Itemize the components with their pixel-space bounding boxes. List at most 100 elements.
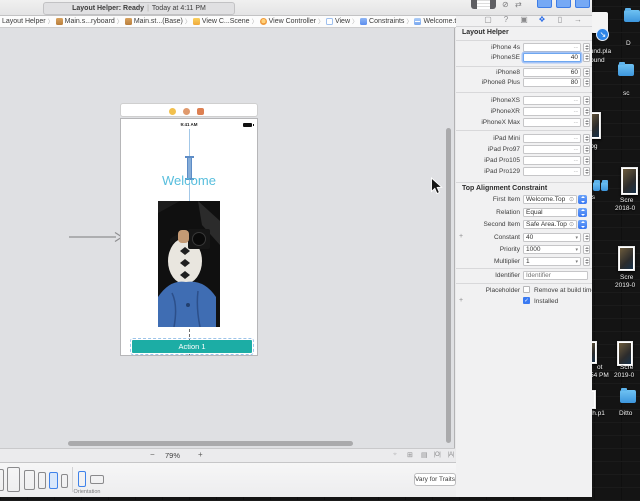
dropdown-chevrons-icon[interactable] xyxy=(578,208,587,217)
breadcrumb-item[interactable]: Main.s...ryboard xyxy=(55,18,115,25)
device-iphone-small-icon[interactable] xyxy=(61,474,68,488)
zoom-level[interactable]: 79% xyxy=(165,451,180,460)
iphonexmax-constant-field[interactable] xyxy=(523,118,581,127)
zoom-out-button[interactable]: − xyxy=(150,450,155,459)
stepper-control[interactable] xyxy=(583,166,590,176)
breadcrumb-item[interactable]: Welcome.top = Safe Area.top + 40 xyxy=(414,18,456,25)
embed-in-icon[interactable]: ⊞ xyxy=(407,451,413,459)
desktop-folder-label[interactable]: Ditto xyxy=(619,410,632,417)
desktop-folder-label[interactable]: D xyxy=(626,40,631,47)
device-ipad-icon[interactable] xyxy=(24,470,35,490)
device-ipad-large-icon[interactable] xyxy=(7,467,20,492)
stepper-control[interactable] xyxy=(583,155,590,165)
stepper-control[interactable] xyxy=(583,96,590,105)
ipadpro105-constant-field[interactable] xyxy=(523,155,581,165)
vary-for-traits-button[interactable]: Vary for Traits xyxy=(414,473,456,486)
second-item-dropdown[interactable]: Safe Area.Top ⊙ xyxy=(523,220,577,229)
device-ipad-icon[interactable] xyxy=(0,469,4,491)
desktop-screenshot-icon[interactable] xyxy=(617,341,633,366)
desktop-screenshot-label[interactable]: 2018-0 xyxy=(615,205,635,212)
desktop-folder-icon[interactable] xyxy=(620,388,636,403)
debug-panel-toggle[interactable] xyxy=(556,0,571,8)
action-1-button[interactable]: Action 1 xyxy=(130,338,254,355)
file-inspector-tab[interactable]: ▢ xyxy=(482,15,494,24)
desktop-screenshot-label[interactable]: 2019-0 xyxy=(614,372,634,379)
ipadmini-constant-field[interactable] xyxy=(523,134,581,143)
iphonese-constant-field[interactable] xyxy=(523,53,581,62)
breadcrumb-item[interactable]: View Controller xyxy=(259,18,316,25)
stepper-control[interactable] xyxy=(583,43,590,52)
desktop-screenshot-label[interactable]: Scre xyxy=(620,197,633,204)
breadcrumb-item[interactable]: Constraints xyxy=(360,18,404,25)
stepper-control[interactable] xyxy=(583,118,590,127)
device-iphone-selected-icon[interactable] xyxy=(49,472,58,489)
editor-mode-button[interactable] xyxy=(471,0,496,9)
update-frames-icon[interactable]: ⌖ xyxy=(393,451,397,459)
welcome-label[interactable]: Welcome xyxy=(121,173,257,188)
canvas-horizontal-scrollbar[interactable] xyxy=(68,441,353,446)
circle-slash-icon[interactable]: ⊘ xyxy=(502,0,509,9)
view-controller-view[interactable]: 9:41 AM Welcome Action 1 xyxy=(120,118,258,356)
stepper-control[interactable] xyxy=(583,78,590,87)
align-icon[interactable]: |O| xyxy=(434,452,441,458)
dropdown-chevrons-icon[interactable] xyxy=(578,195,587,204)
stepper-control[interactable] xyxy=(583,53,590,62)
relation-dropdown[interactable]: Equal xyxy=(523,208,577,217)
breadcrumb-item[interactable]: Layout Helper xyxy=(2,18,46,25)
swap-arrows-icon[interactable]: ⇄ xyxy=(515,0,522,9)
storyboard-canvas[interactable]: 9:41 AM Welcome Action 1 xyxy=(0,28,455,448)
stepper-control[interactable] xyxy=(583,144,590,154)
attributes-inspector-tab[interactable]: ❖ xyxy=(536,15,548,24)
stack-icon[interactable]: ▤ xyxy=(421,451,428,459)
desktop-screenshot-label[interactable]: ot xyxy=(597,364,602,371)
view-controller-icon[interactable] xyxy=(169,107,176,115)
dropdown-chevrons-icon[interactable] xyxy=(578,220,587,229)
breadcrumb-item[interactable]: Main.st...(Base) xyxy=(124,18,183,25)
installed-checkbox[interactable]: ✓ xyxy=(523,297,530,304)
ipadpro129-constant-field[interactable] xyxy=(523,166,581,176)
quick-help-tab[interactable]: ? xyxy=(500,15,512,24)
iphone4s-constant-field[interactable] xyxy=(523,43,581,52)
constant-combo-field[interactable]: 40 ▾ xyxy=(523,233,581,242)
initial-view-arrow[interactable] xyxy=(66,230,126,244)
orientation-landscape-icon[interactable] xyxy=(90,475,104,484)
desktop-screenshot-label[interactable]: Scre xyxy=(620,364,633,371)
priority-combo-field[interactable]: 1000 ▾ xyxy=(523,245,581,254)
desktop-screenshot-label[interactable]: 2019-0 xyxy=(615,282,635,289)
breadcrumb-item[interactable]: View xyxy=(325,18,350,25)
identifier-field[interactable] xyxy=(523,271,588,280)
stepper-control[interactable] xyxy=(583,233,590,242)
iphone8plus-constant-field[interactable] xyxy=(523,78,581,87)
stepper-control[interactable] xyxy=(583,245,590,254)
iphonexr-constant-field[interactable] xyxy=(523,107,581,116)
iphonexs-constant-field[interactable] xyxy=(523,96,581,105)
orientation-portrait-icon[interactable] xyxy=(78,471,86,487)
hero-image-view[interactable] xyxy=(158,201,220,327)
first-responder-icon[interactable] xyxy=(183,107,190,115)
add-variation-button[interactable]: + xyxy=(459,297,463,304)
identity-inspector-tab[interactable]: ▣ xyxy=(518,15,530,24)
desktop-folder-icon[interactable] xyxy=(618,62,634,76)
navigator-panel-toggle[interactable] xyxy=(537,0,552,8)
desktop-folder-icon[interactable] xyxy=(601,180,608,191)
size-inspector-tab[interactable]: ▯ xyxy=(554,15,566,24)
desktop-screenshot-icon[interactable] xyxy=(621,167,638,195)
desktop-folder-label[interactable]: sc xyxy=(623,90,630,97)
desktop-screenshot-label[interactable]: Scre xyxy=(620,274,633,281)
first-item-dropdown[interactable]: Welcome.Top ⊙ xyxy=(523,195,577,204)
iphone8-constant-field[interactable] xyxy=(523,68,581,77)
desktop-screenshot-label[interactable]: 54 PM xyxy=(590,372,609,379)
zoom-in-button[interactable]: + xyxy=(198,450,203,459)
exit-icon[interactable] xyxy=(197,107,204,115)
stepper-control[interactable] xyxy=(583,257,590,266)
device-iphone-icon[interactable] xyxy=(38,472,46,489)
multiplier-combo-field[interactable]: 1 ▾ xyxy=(523,257,581,266)
remove-at-build-time-checkbox[interactable] xyxy=(523,286,530,293)
desktop-screenshot-icon[interactable] xyxy=(618,246,635,271)
canvas-vertical-scrollbar[interactable] xyxy=(446,128,451,443)
ipadpro97-constant-field[interactable] xyxy=(523,144,581,154)
breadcrumb-item[interactable]: View C...Scene xyxy=(192,18,250,25)
pin-constraints-icon[interactable]: |A| xyxy=(448,452,454,458)
stepper-control[interactable] xyxy=(583,134,590,143)
inspector-panel-toggle[interactable] xyxy=(575,0,590,8)
